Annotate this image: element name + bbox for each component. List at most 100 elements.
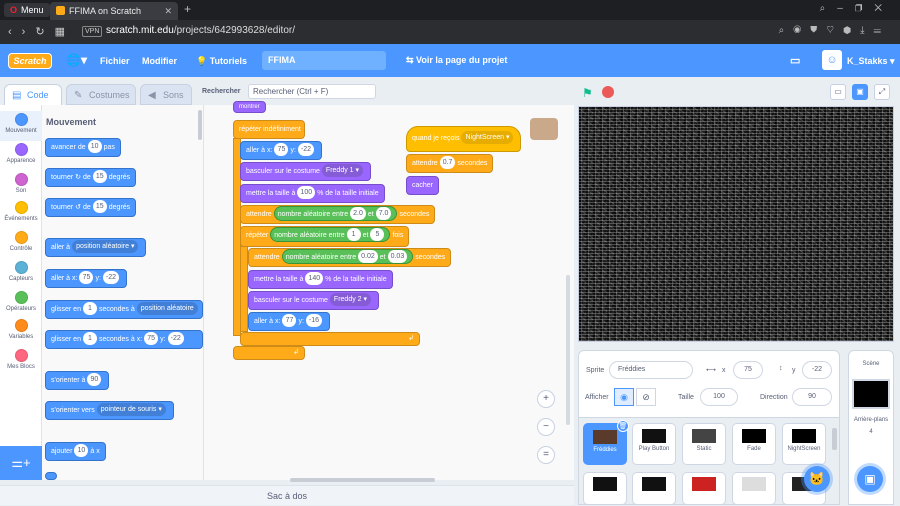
sprite-tile-partial[interactable] <box>632 472 676 505</box>
palette-glide-xy-block[interactable]: glisser en 1 secondes à x: 75 y: -22 <box>45 330 203 349</box>
category-sensing[interactable]: Capteurs <box>0 259 42 282</box>
palette-glide-block[interactable]: glisser en 1 secondes à position aléatoire <box>45 300 203 319</box>
palette-point-towards-block[interactable]: s'orienter vers pointeur de souris ▾ <box>45 401 174 420</box>
palette-scrollbar[interactable] <box>198 110 202 140</box>
set-size-block[interactable]: mettre la taille à 100% de la taille init… <box>240 184 385 203</box>
file-menu[interactable]: Fichier <box>100 56 130 66</box>
palette-goto-xy-block[interactable]: aller à x: 75 y: -22 <box>45 269 128 288</box>
wait-block[interactable]: attendre 0.7 secondes <box>406 154 494 173</box>
switch-costume-inner-block[interactable]: basculer sur le costume Freddy 2 ▾ <box>248 291 380 310</box>
size-input[interactable]: 100 <box>700 388 738 406</box>
tab-costumes[interactable]: ✎ Costumes <box>66 84 136 105</box>
search-tabs-icon[interactable]: ⌕ <box>820 3 838 14</box>
my-stuff-folder-icon[interactable]: ▭ <box>790 54 800 67</box>
category-variables[interactable]: Variables <box>0 317 42 340</box>
zoom-in-button[interactable]: + <box>537 390 555 408</box>
goto-xy-inner-block[interactable]: aller à x: 77 y: -16 <box>248 312 331 331</box>
trash-icon[interactable]: 🗑 <box>617 420 629 432</box>
tab-sounds[interactable]: ◀ Sons <box>140 84 192 105</box>
edit-menu[interactable]: Modifier <box>142 56 177 66</box>
switch-costume-block[interactable]: basculer sur le costume Freddy 1 ▾ <box>240 162 372 181</box>
tutorials-button[interactable]: 💡 Tutoriels <box>196 56 247 67</box>
add-sprite-button[interactable]: 🐱 <box>804 466 830 492</box>
browser-menu-button[interactable]: O Menu <box>4 3 50 17</box>
sprite-tile[interactable]: Static <box>682 423 726 465</box>
sprite-tile[interactable]: Fade <box>732 423 776 465</box>
tab-close-icon[interactable]: ✕ <box>164 2 172 20</box>
category-my-blocks[interactable]: Mes Blocs <box>0 347 42 370</box>
tabs-grid-icon[interactable]: ▦ <box>55 26 75 38</box>
window-controls[interactable]: ⌕–❐✕ <box>820 3 894 14</box>
wait-random-inner-block[interactable]: attendre nombre aléatoire entre 0.02 et 0.03… <box>248 248 452 267</box>
palette-goto-block[interactable]: aller à position aléatoire ▾ <box>45 238 147 257</box>
sprite-tile-partial[interactable] <box>583 472 627 505</box>
forever-block[interactable]: répéter indéfiniment <box>233 120 305 139</box>
url-field[interactable]: scratch.mit.edu/projects/642993628/edito… <box>106 25 295 36</box>
category-control[interactable]: Contrôle <box>0 229 42 252</box>
tab-code[interactable]: ▤ Code <box>4 84 62 105</box>
new-tab-button[interactable]: + <box>184 2 191 16</box>
forward-icon[interactable]: › <box>22 26 36 38</box>
see-project-page-button[interactable]: ⇆ Voir la page du projet <box>396 51 517 70</box>
backpack-bar[interactable]: Sac à dos <box>0 485 574 505</box>
equals-icon: = <box>543 449 549 460</box>
palette-turn-left-block[interactable]: tourner ↺ de 15 degrés <box>45 198 137 217</box>
add-extension-button[interactable]: ⚌+ <box>0 446 42 480</box>
reload-icon[interactable]: ↻ <box>35 26 54 38</box>
sprite-tile-partial[interactable] <box>732 472 776 505</box>
palette-partial-block[interactable] <box>45 472 57 480</box>
category-motion[interactable]: Mouvement <box>0 111 42 141</box>
hide-block[interactable]: cacher <box>406 176 440 195</box>
goto-xy-block[interactable]: aller à x: 75 y: -22 <box>240 141 323 160</box>
stop-icon[interactable] <box>602 86 614 98</box>
vpn-badge[interactable]: VPN <box>82 26 103 37</box>
search-input[interactable]: Rechercher (Ctrl + F) <box>248 84 376 99</box>
y-input[interactable]: -22 <box>802 361 832 379</box>
category-sound[interactable]: Son <box>0 171 42 194</box>
maximize-icon[interactable]: ❐ <box>855 3 875 14</box>
repeat-block[interactable]: répéter nombre aléatoire entre 1 et 5 fois <box>240 226 410 247</box>
browser-tab[interactable]: FFIMA on Scratch ✕ <box>50 2 178 20</box>
direction-input[interactable]: 90 <box>792 388 832 406</box>
show-visible-button[interactable]: ◉ <box>614 388 634 406</box>
category-events[interactable]: Événements <box>0 199 42 222</box>
palette-move-block[interactable]: avancer de 10 pas <box>45 138 121 157</box>
user-avatar[interactable]: ☺ <box>822 50 842 70</box>
sprite-name-input[interactable]: Fréddies <box>609 361 693 379</box>
zoom-reset-button[interactable]: = <box>537 446 555 464</box>
when-receive-hat-block[interactable]: quand je reçois NightScreen ▾ <box>406 126 522 152</box>
extension-icons[interactable]: ⌕◉⛊♡⬢⤓☰ <box>779 25 890 36</box>
palette-change-x-block[interactable]: ajouter 10 à x <box>45 442 106 461</box>
project-title-input[interactable]: FFIMA <box>262 51 386 70</box>
minimize-icon[interactable]: – <box>837 3 855 14</box>
zoom-out-button[interactable]: − <box>537 418 555 436</box>
scratch-logo[interactable]: Scratch <box>8 53 52 69</box>
stage-canvas[interactable] <box>578 106 894 342</box>
script-vertical-scrollbar[interactable] <box>566 275 570 425</box>
add-backdrop-button[interactable]: ▣ <box>857 466 883 492</box>
green-flag-icon[interactable]: ⚑ <box>582 86 593 100</box>
rotate-right-icon: ↻ <box>75 174 82 181</box>
set-size-inner-block[interactable]: mettre la taille à 140% de la taille init… <box>248 270 393 289</box>
normal-stage-icon[interactable]: ▣ <box>852 84 868 100</box>
back-icon[interactable]: ‹ <box>8 26 22 38</box>
sprite-list-scrollbar[interactable] <box>832 428 837 450</box>
sprite-tile[interactable]: Play Button <box>632 423 676 465</box>
show-hidden-button[interactable]: ⊘ <box>636 388 656 406</box>
language-globe-icon[interactable]: 🌐▾ <box>66 53 87 67</box>
fullscreen-icon[interactable]: ⤢ <box>874 84 890 100</box>
x-input[interactable]: 75 <box>733 361 763 379</box>
category-operators[interactable]: Opérateurs <box>0 289 42 312</box>
show-block[interactable]: montrer <box>233 101 266 113</box>
small-stage-icon[interactable]: ▭ <box>830 84 846 100</box>
script-horizontal-scrollbar[interactable] <box>290 478 435 482</box>
username-menu[interactable]: K_Stakks ▾ <box>847 56 895 67</box>
palette-turn-right-block[interactable]: tourner ↻ de 15 degrés <box>45 168 137 187</box>
palette-point-direction-block[interactable]: s'orienter à 90 <box>45 371 110 390</box>
sprite-tile[interactable]: NightScreen <box>782 423 826 465</box>
close-window-icon[interactable]: ✕ <box>874 3 894 14</box>
sprite-tile-partial[interactable] <box>682 472 726 505</box>
stage-thumbnail[interactable] <box>852 379 890 409</box>
wait-random-block[interactable]: attendre nombre aléatoire entre 2.0 et 7.0 se… <box>240 205 436 224</box>
category-looks[interactable]: Apparence <box>0 141 42 164</box>
